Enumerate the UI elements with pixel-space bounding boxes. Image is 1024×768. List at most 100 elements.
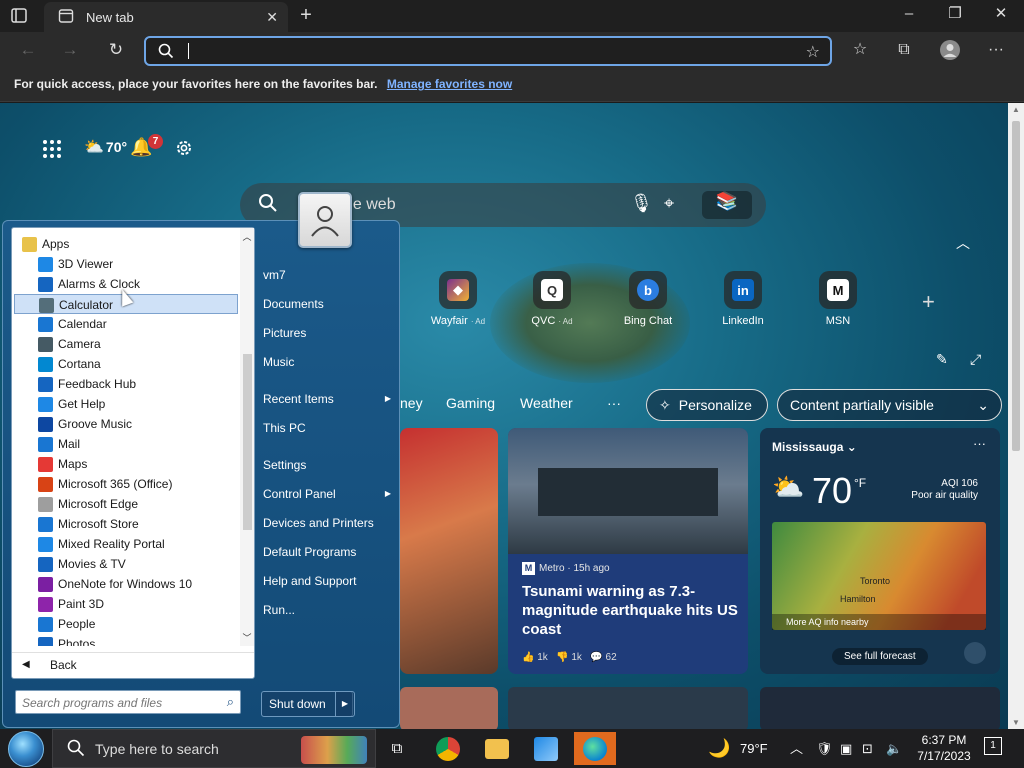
app-taskbar-button[interactable] bbox=[525, 732, 567, 765]
place-pictures[interactable]: Pictures bbox=[263, 322, 397, 344]
apps-grid-icon[interactable] bbox=[42, 139, 62, 165]
back-button[interactable]: ◀ Back bbox=[12, 652, 254, 676]
comment-icon[interactable]: 💬 bbox=[590, 652, 602, 663]
moon-weather-icon[interactable]: 🌙 bbox=[708, 729, 730, 768]
weather-widget[interactable]: ⛅ 70° bbox=[84, 137, 127, 157]
aq-info-link[interactable]: More AQ info nearby bbox=[772, 614, 986, 630]
program-item[interactable]: Microsoft Edge bbox=[14, 494, 238, 514]
program-item[interactable]: Get Help bbox=[14, 394, 238, 414]
program-item[interactable]: Camera bbox=[14, 334, 238, 354]
address-bar[interactable]: ☆ bbox=[144, 36, 832, 66]
chrome-taskbar-button[interactable] bbox=[427, 732, 469, 765]
show-hidden-icons-chevron[interactable]: ︿ bbox=[790, 729, 803, 768]
tab-actions-icon[interactable] bbox=[8, 6, 30, 26]
program-item[interactable]: Groove Music bbox=[14, 414, 238, 434]
program-item[interactable]: Movies & TV bbox=[14, 554, 238, 574]
visual-search-icon[interactable]: ⌖ bbox=[664, 193, 674, 214]
microphone-icon[interactable]: 🎙 bbox=[630, 193, 653, 214]
expand-icon[interactable]: ⤢ bbox=[970, 351, 981, 368]
tab-close-icon[interactable]: ✕ bbox=[266, 9, 278, 26]
feed-tabs-more[interactable]: ··· bbox=[607, 395, 621, 411]
edit-layout-icon[interactable]: ✎ bbox=[936, 351, 948, 368]
program-item[interactable]: Maps bbox=[14, 454, 238, 474]
manage-favorites-link[interactable]: Manage favorites now bbox=[387, 77, 512, 91]
news-headline[interactable]: Tsunami warning as 7.3-magnitude earthqu… bbox=[522, 582, 738, 639]
program-item[interactable]: Mail bbox=[14, 434, 238, 454]
start-button[interactable] bbox=[8, 731, 44, 767]
chevron-up-icon[interactable]: ︿ bbox=[956, 233, 970, 253]
start-search-box[interactable]: ⌕ bbox=[15, 690, 241, 714]
back-arrow-icon[interactable]: ← bbox=[16, 40, 40, 62]
program-item[interactable]: 3D Viewer bbox=[14, 254, 238, 274]
new-tab-button[interactable]: + bbox=[294, 4, 318, 28]
place-devices-printers[interactable]: Devices and Printers bbox=[263, 512, 397, 534]
start-search-input[interactable] bbox=[22, 695, 214, 711]
program-item[interactable]: Calendar bbox=[14, 314, 238, 334]
forward-arrow-icon[interactable]: → bbox=[58, 40, 82, 62]
quick-link-msn[interactable]: M MSN bbox=[800, 271, 876, 327]
scroll-down-arrow[interactable]: ▼ bbox=[1011, 718, 1021, 727]
gear-icon[interactable] bbox=[174, 138, 194, 164]
page-scrollbar[interactable]: ▲ ▼ bbox=[1008, 103, 1024, 729]
collections-icon[interactable]: ⧉ bbox=[892, 39, 916, 63]
more-options-icon[interactable]: ··· bbox=[984, 39, 1008, 63]
add-quick-link-button[interactable]: + bbox=[922, 289, 935, 315]
minimize-button[interactable]: – bbox=[886, 0, 932, 30]
place-settings[interactable]: Settings bbox=[263, 454, 397, 476]
program-item[interactable]: Paint 3D bbox=[14, 594, 238, 614]
taskbar-clock[interactable]: 6:37 PM 7/17/2023 bbox=[914, 732, 974, 764]
favorites-icon[interactable]: ☆ bbox=[848, 39, 872, 63]
shutdown-options-arrow[interactable]: ▶ bbox=[335, 691, 355, 717]
bing-rewards-icon[interactable]: 📚 bbox=[702, 191, 752, 219]
programs-scrollbar[interactable]: ︿ ﹀ bbox=[240, 228, 254, 646]
program-item[interactable]: Microsoft 365 (Office) bbox=[14, 474, 238, 494]
content-visibility-dropdown[interactable]: Content partially visible ⌄ bbox=[777, 389, 1002, 421]
taskbar-weather-temp[interactable]: 79°F bbox=[740, 729, 768, 768]
place-control-panel[interactable]: Control Panel ▶ bbox=[263, 483, 397, 505]
place-default-programs[interactable]: Default Programs bbox=[263, 541, 397, 563]
see-full-forecast-button[interactable]: See full forecast bbox=[832, 648, 928, 665]
place-vm7[interactable]: vm7 bbox=[263, 264, 397, 286]
security-icon[interactable]: 🛡 bbox=[816, 729, 833, 768]
program-item[interactable]: Mixed Reality Portal bbox=[14, 534, 238, 554]
personalize-button[interactable]: ✧ Personalize bbox=[646, 389, 768, 421]
news-card-bottom-1[interactable] bbox=[400, 687, 498, 729]
user-picture[interactable] bbox=[298, 192, 352, 248]
programs-scroll-down[interactable]: ﹀ bbox=[242, 631, 252, 644]
profile-avatar[interactable] bbox=[938, 39, 962, 63]
feed-tab-money[interactable]: ney bbox=[400, 395, 423, 411]
news-card-partial[interactable] bbox=[400, 428, 498, 674]
task-view-button[interactable]: ⧉ bbox=[376, 732, 418, 765]
program-item[interactable]: Photos bbox=[14, 634, 238, 646]
programs-scroll-up[interactable]: ︿ bbox=[242, 230, 252, 243]
news-card-bottom-3[interactable] bbox=[760, 687, 1000, 729]
program-item[interactable]: Cortana bbox=[14, 354, 238, 374]
network-icon[interactable]: ▣ bbox=[840, 729, 852, 768]
feed-tab-weather[interactable]: Weather bbox=[520, 395, 573, 411]
speaker-icon[interactable]: ⊡ bbox=[862, 729, 873, 768]
address-input[interactable] bbox=[184, 41, 784, 61]
add-favorite-icon[interactable]: ☆ bbox=[806, 42, 820, 62]
tab-new-tab[interactable]: New tab ✕ bbox=[44, 2, 288, 32]
weather-more-icon[interactable]: ··· bbox=[973, 436, 986, 451]
scroll-thumb[interactable] bbox=[1012, 121, 1020, 451]
close-window-button[interactable]: ✕ bbox=[978, 0, 1024, 30]
program-item[interactable]: People bbox=[14, 614, 238, 634]
refresh-icon[interactable]: ↻ bbox=[104, 40, 128, 62]
restore-button[interactable]: ❐ bbox=[932, 0, 978, 30]
quick-link-qvc[interactable]: Q QVC · Ad bbox=[514, 271, 590, 327]
weather-card[interactable]: Mississauga ⌄ ··· ⛅ 70 °F AQI 106 Poor ai… bbox=[760, 428, 1000, 674]
place-documents[interactable]: Documents bbox=[263, 293, 397, 315]
folder-apps[interactable]: Apps bbox=[14, 234, 238, 254]
scroll-up-arrow[interactable]: ▲ bbox=[1011, 105, 1021, 114]
thumbs-up-icon[interactable]: 👍 bbox=[522, 652, 534, 663]
quick-link-wayfair[interactable]: ◆ Wayfair · Ad bbox=[420, 271, 496, 327]
program-item[interactable]: Microsoft Store bbox=[14, 514, 238, 534]
programs-scroll-thumb[interactable] bbox=[243, 354, 252, 530]
place-this-pc[interactable]: This PC bbox=[263, 417, 397, 439]
place-recent-items[interactable]: Recent Items ▶ bbox=[263, 388, 397, 410]
notification-center-icon[interactable]: 1 bbox=[984, 737, 1002, 755]
program-item[interactable]: Feedback Hub bbox=[14, 374, 238, 394]
aqi-info[interactable]: AQI 106 Poor air quality bbox=[911, 478, 978, 502]
thumbs-down-icon[interactable]: 👎 bbox=[556, 652, 568, 663]
